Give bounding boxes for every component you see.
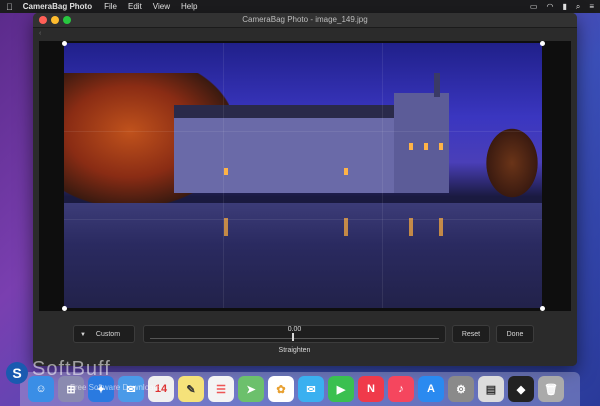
preview-icon[interactable]: ▤ (478, 376, 504, 402)
dropdown-arrow-icon: ▼ (80, 332, 86, 338)
display-icon[interactable]: ▭ (530, 2, 538, 11)
light-reflection (409, 218, 413, 236)
messages-icon[interactable]: ✉ (298, 376, 324, 402)
reminders-icon[interactable]: ☰ (208, 376, 234, 402)
lit-window (344, 168, 348, 175)
slider-track[interactable] (150, 338, 439, 339)
minimize-button[interactable] (51, 16, 59, 24)
light-reflection (439, 218, 443, 236)
notes-icon[interactable]: ✎ (178, 376, 204, 402)
maps-icon[interactable]: ➤ (238, 376, 264, 402)
app-window: CameraBag Photo - image_149.jpg ‹ ▼ Cust… (33, 13, 577, 366)
mail-icon[interactable]: ✉ (118, 376, 144, 402)
music-icon[interactable]: ♪ (388, 376, 414, 402)
crop-handle-top-right[interactable] (540, 41, 545, 46)
battery-icon[interactable]: ▮ (562, 2, 566, 11)
news-icon[interactable]: N (358, 376, 384, 402)
slider-label: Straighten (278, 347, 311, 354)
status-icons: ▭ ◠ ▮ ⌕ ≡ (530, 2, 594, 12)
window-controls (39, 16, 71, 24)
window-title: CameraBag Photo - image_149.jpg (242, 15, 368, 24)
grid-line (382, 43, 384, 308)
adjustment-controls: ▼ Custom 0.00 Straighten Reset Done (33, 311, 577, 366)
apple-menu-icon[interactable]:  (6, 2, 13, 12)
menu-help[interactable]: Help (181, 2, 197, 11)
lit-window (409, 143, 413, 150)
system-preferences-icon[interactable]: ⚙ (448, 376, 474, 402)
calendar-icon[interactable]: 14 (148, 376, 174, 402)
lit-window (439, 143, 443, 150)
done-button[interactable]: Done (496, 325, 534, 343)
back-arrow-icon[interactable]: ‹ (39, 30, 41, 37)
slider-thumb[interactable] (292, 333, 294, 341)
light-reflection (344, 218, 348, 236)
app-store-icon[interactable]: A (418, 376, 444, 402)
preset-dropdown[interactable]: ▼ Custom (73, 325, 135, 343)
reset-button[interactable]: Reset (452, 325, 490, 343)
menu-edit[interactable]: Edit (128, 2, 142, 11)
grid-line (64, 131, 542, 133)
crop-handle-top-left[interactable] (62, 41, 67, 46)
zoom-button[interactable] (63, 16, 71, 24)
finder-icon[interactable]: ☺ (28, 376, 54, 402)
dock: ☺ ⊞ ✦ ✉ 14 ✎ ☰ ➤ ✿ ✉ ▶ N ♪ A ⚙ ▤ ◆ 🗑 (20, 372, 580, 406)
light-reflection (224, 218, 228, 236)
menu-view[interactable]: View (153, 2, 170, 11)
title-bar: CameraBag Photo - image_149.jpg (33, 13, 577, 28)
preset-label: Custom (95, 331, 121, 338)
lit-window (224, 168, 228, 175)
slider-value: 0.00 (287, 326, 302, 333)
image-canvas (39, 41, 571, 311)
grid-line (64, 219, 542, 221)
facetime-icon[interactable]: ▶ (328, 376, 354, 402)
menu-bar:  CameraBag Photo File Edit View Help ▭ … (0, 0, 600, 13)
camerabag-icon[interactable]: ◆ (508, 376, 534, 402)
wifi-icon[interactable]: ◠ (546, 2, 553, 11)
photos-icon[interactable]: ✿ (268, 376, 294, 402)
trash-icon[interactable]: 🗑 (538, 376, 564, 402)
menu-file[interactable]: File (104, 2, 117, 11)
photo-preview[interactable] (64, 43, 542, 308)
toolbar-strip: ‹ (33, 28, 577, 39)
grid-line (223, 43, 225, 308)
launchpad-icon[interactable]: ⊞ (58, 376, 84, 402)
search-icon[interactable]: ⌕ (576, 2, 580, 12)
close-button[interactable] (39, 16, 47, 24)
lit-window (424, 143, 428, 150)
app-menu[interactable]: CameraBag Photo (23, 2, 92, 11)
castle-body (174, 118, 404, 193)
control-center-icon[interactable]: ≡ (589, 2, 594, 11)
castle-spire (434, 73, 440, 97)
safari-icon[interactable]: ✦ (88, 376, 114, 402)
straighten-slider[interactable]: 0.00 (143, 325, 446, 343)
trees-right (482, 123, 542, 203)
